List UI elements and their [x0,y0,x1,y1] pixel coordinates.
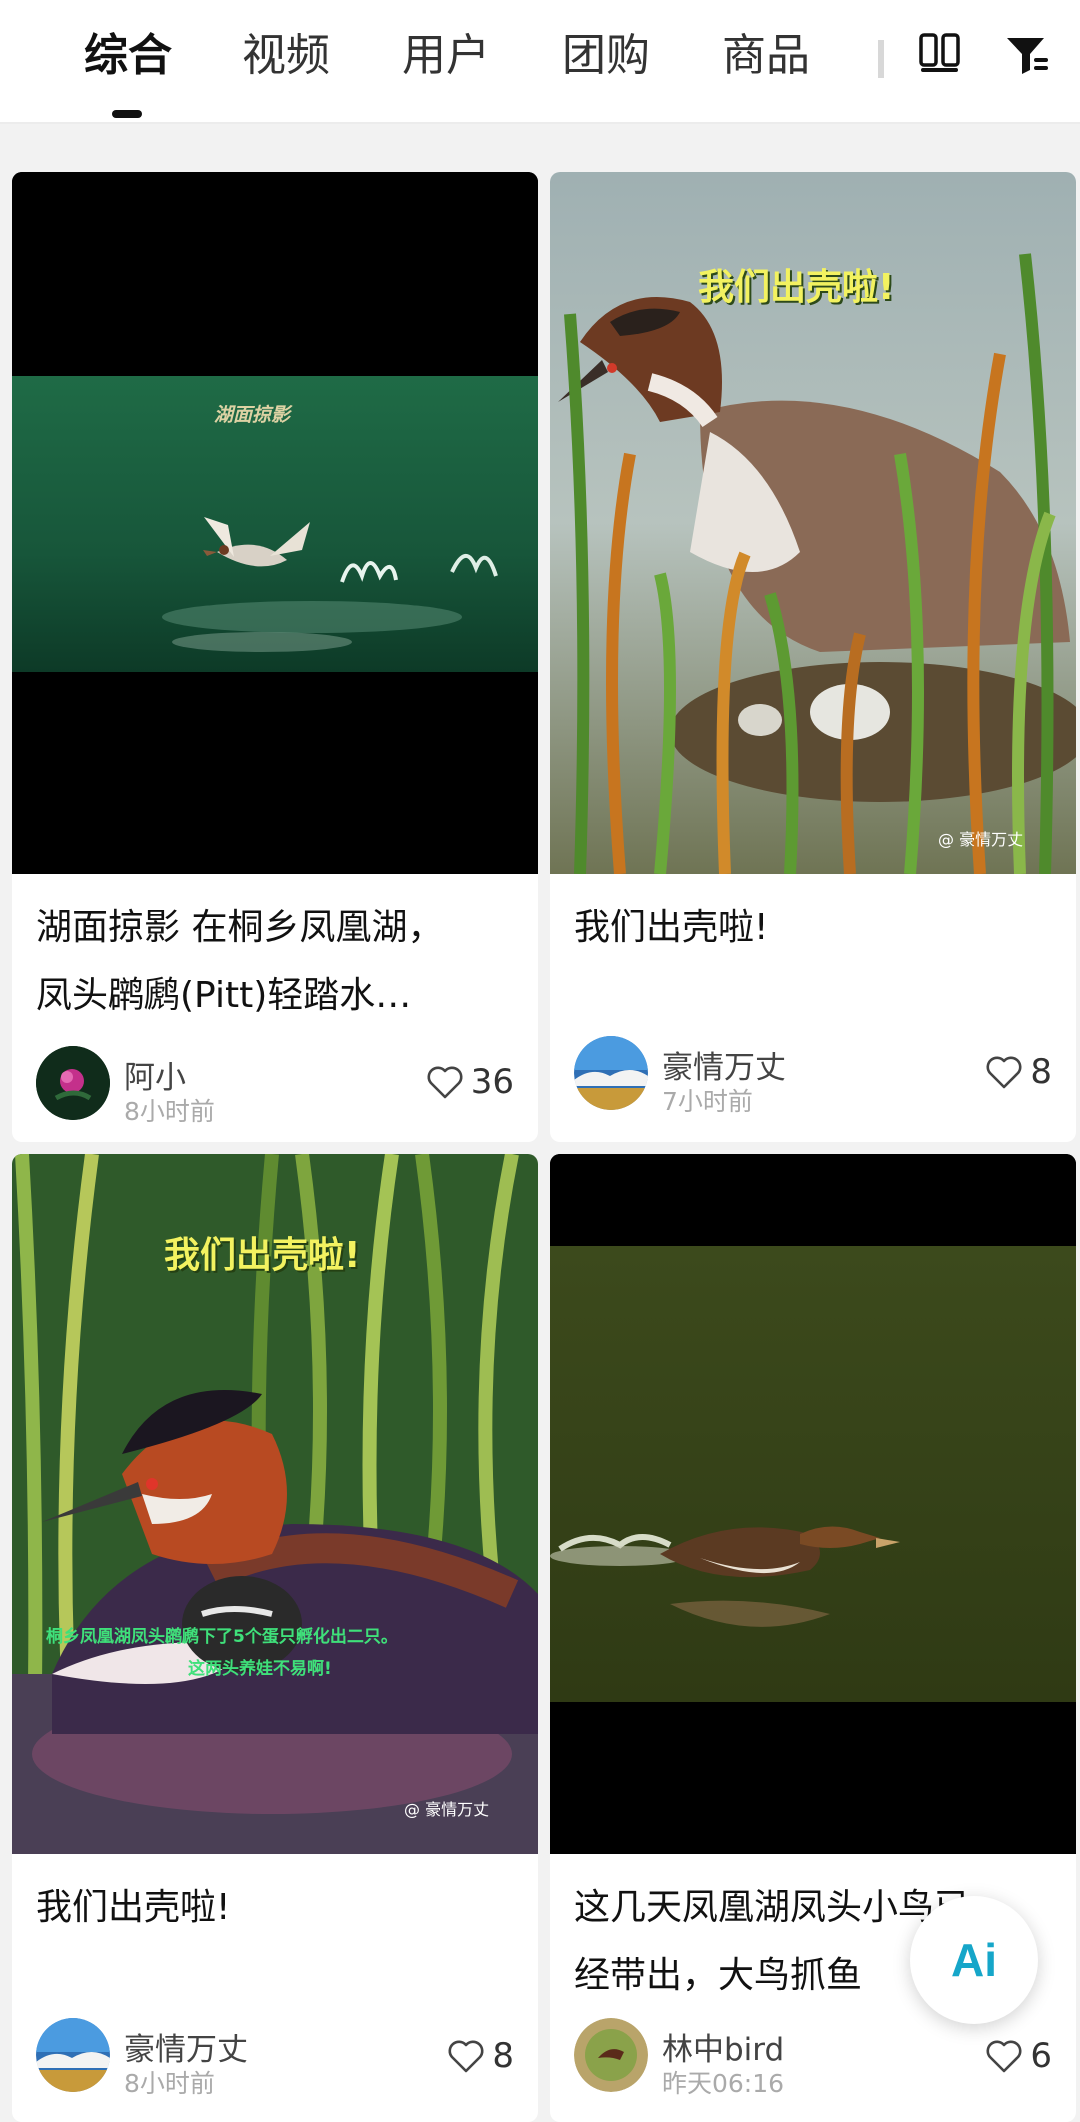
tab-group-buy[interactable]: 团购 [562,26,650,86]
like-count: 36 [470,1062,514,1102]
heart-outline-icon [448,2040,484,2073]
video-thumbnail[interactable] [550,1154,1076,1854]
tab-products[interactable]: 商品 [722,26,810,86]
post-time: 昨天06:16 [662,2069,785,2098]
like-button[interactable]: 6 [984,2034,1052,2078]
post-title: 湖面掠影 在桐乡凤凰湖， 凤头䴙䴘(Pitt)轻踏水… [36,894,514,1030]
like-button[interactable]: 8 [984,1050,1052,1094]
like-button[interactable]: 8 [446,2034,514,2078]
like-count: 6 [1030,2036,1052,2076]
thumbnail-caption: 我们出壳啦! [698,267,895,308]
post-title-line: 我们出壳啦! [36,1887,231,1928]
ai-assistant-icon: Ai [951,1934,997,1986]
post-time: 7小时前 [662,1087,753,1116]
filter-icon[interactable] [1004,32,1050,78]
author-name[interactable]: 豪情万丈 [124,2024,248,2069]
avatar[interactable] [36,1046,110,1120]
post-time: 8小时前 [124,2069,215,2098]
video-card[interactable]: 我们出壳啦! @ 豪情万丈 我们出壳啦! 豪情万丈 7小时前 8 [550,172,1076,1142]
like-count: 8 [492,2036,514,2076]
heart-outline-icon [427,1066,463,1099]
dual-column-layout-icon[interactable] [918,30,962,74]
search-result-tab-bar: 综合 视频 用户 团购 商品 [0,0,1080,124]
active-tab-indicator [112,110,142,118]
avatar[interactable] [574,1036,648,1110]
avatar[interactable] [574,2018,648,2092]
watermark: @ 豪情万丈 [938,830,1024,849]
author-name[interactable]: 林中bird [662,2024,784,2069]
post-title-line: 凤头䴙䴘(Pitt)轻踏水… [36,975,412,1016]
video-card[interactable]: 我们出壳啦! 桐乡凤凰湖凤头䴙䴘下了5个蛋只孵化出二只。 这两头养娃不易啊! @… [12,1154,538,2122]
post-title: 我们出壳啦! [574,894,1052,1030]
thumbnail-caption: 我们出壳啦! [164,1235,361,1276]
ai-assistant-button[interactable]: Ai [910,1896,1038,2024]
thumbnail-caption: 湖面掠影 [214,404,291,426]
video-thumbnail[interactable]: 我们出壳啦! 桐乡凤凰湖凤头䴙䴘下了5个蛋只孵化出二只。 这两头养娃不易啊! @… [12,1154,538,1854]
video-card[interactable]: 湖面掠影 湖面掠影 在桐乡凤凰湖， 凤头䴙䴘(Pitt)轻踏水… 阿小 8小时前… [12,172,538,1142]
author-name[interactable]: 阿小 [124,1052,186,1097]
post-title-line: 湖面掠影 在桐乡凤凰湖， [36,907,444,948]
watermark: @ 豪情万丈 [404,1800,490,1819]
heart-outline-icon [986,2040,1022,2073]
post-time: 8小时前 [124,1097,215,1126]
tab-video[interactable]: 视频 [242,26,330,86]
avatar[interactable] [36,2018,110,2092]
tab-comprehensive[interactable]: 综合 [84,26,172,86]
heart-outline-icon [986,1056,1022,1089]
thumbnail-subtitle: 桐乡凤凰湖凤头䴙䴘下了5个蛋只孵化出二只。 [46,1627,398,1647]
thumbnail-subtitle: 这两头养娃不易啊! [188,1659,332,1679]
video-thumbnail[interactable]: 我们出壳啦! @ 豪情万丈 [550,172,1076,874]
tab-users[interactable]: 用户 [402,26,490,86]
like-button[interactable]: 36 [425,1060,514,1104]
post-title-line: 我们出壳啦! [574,907,769,948]
tab-overflow-edge [878,40,884,78]
post-title: 我们出壳啦! [36,1874,514,2010]
author-name[interactable]: 豪情万丈 [662,1042,786,1087]
video-thumbnail[interactable]: 湖面掠影 [12,172,538,874]
like-count: 8 [1030,1052,1052,1092]
